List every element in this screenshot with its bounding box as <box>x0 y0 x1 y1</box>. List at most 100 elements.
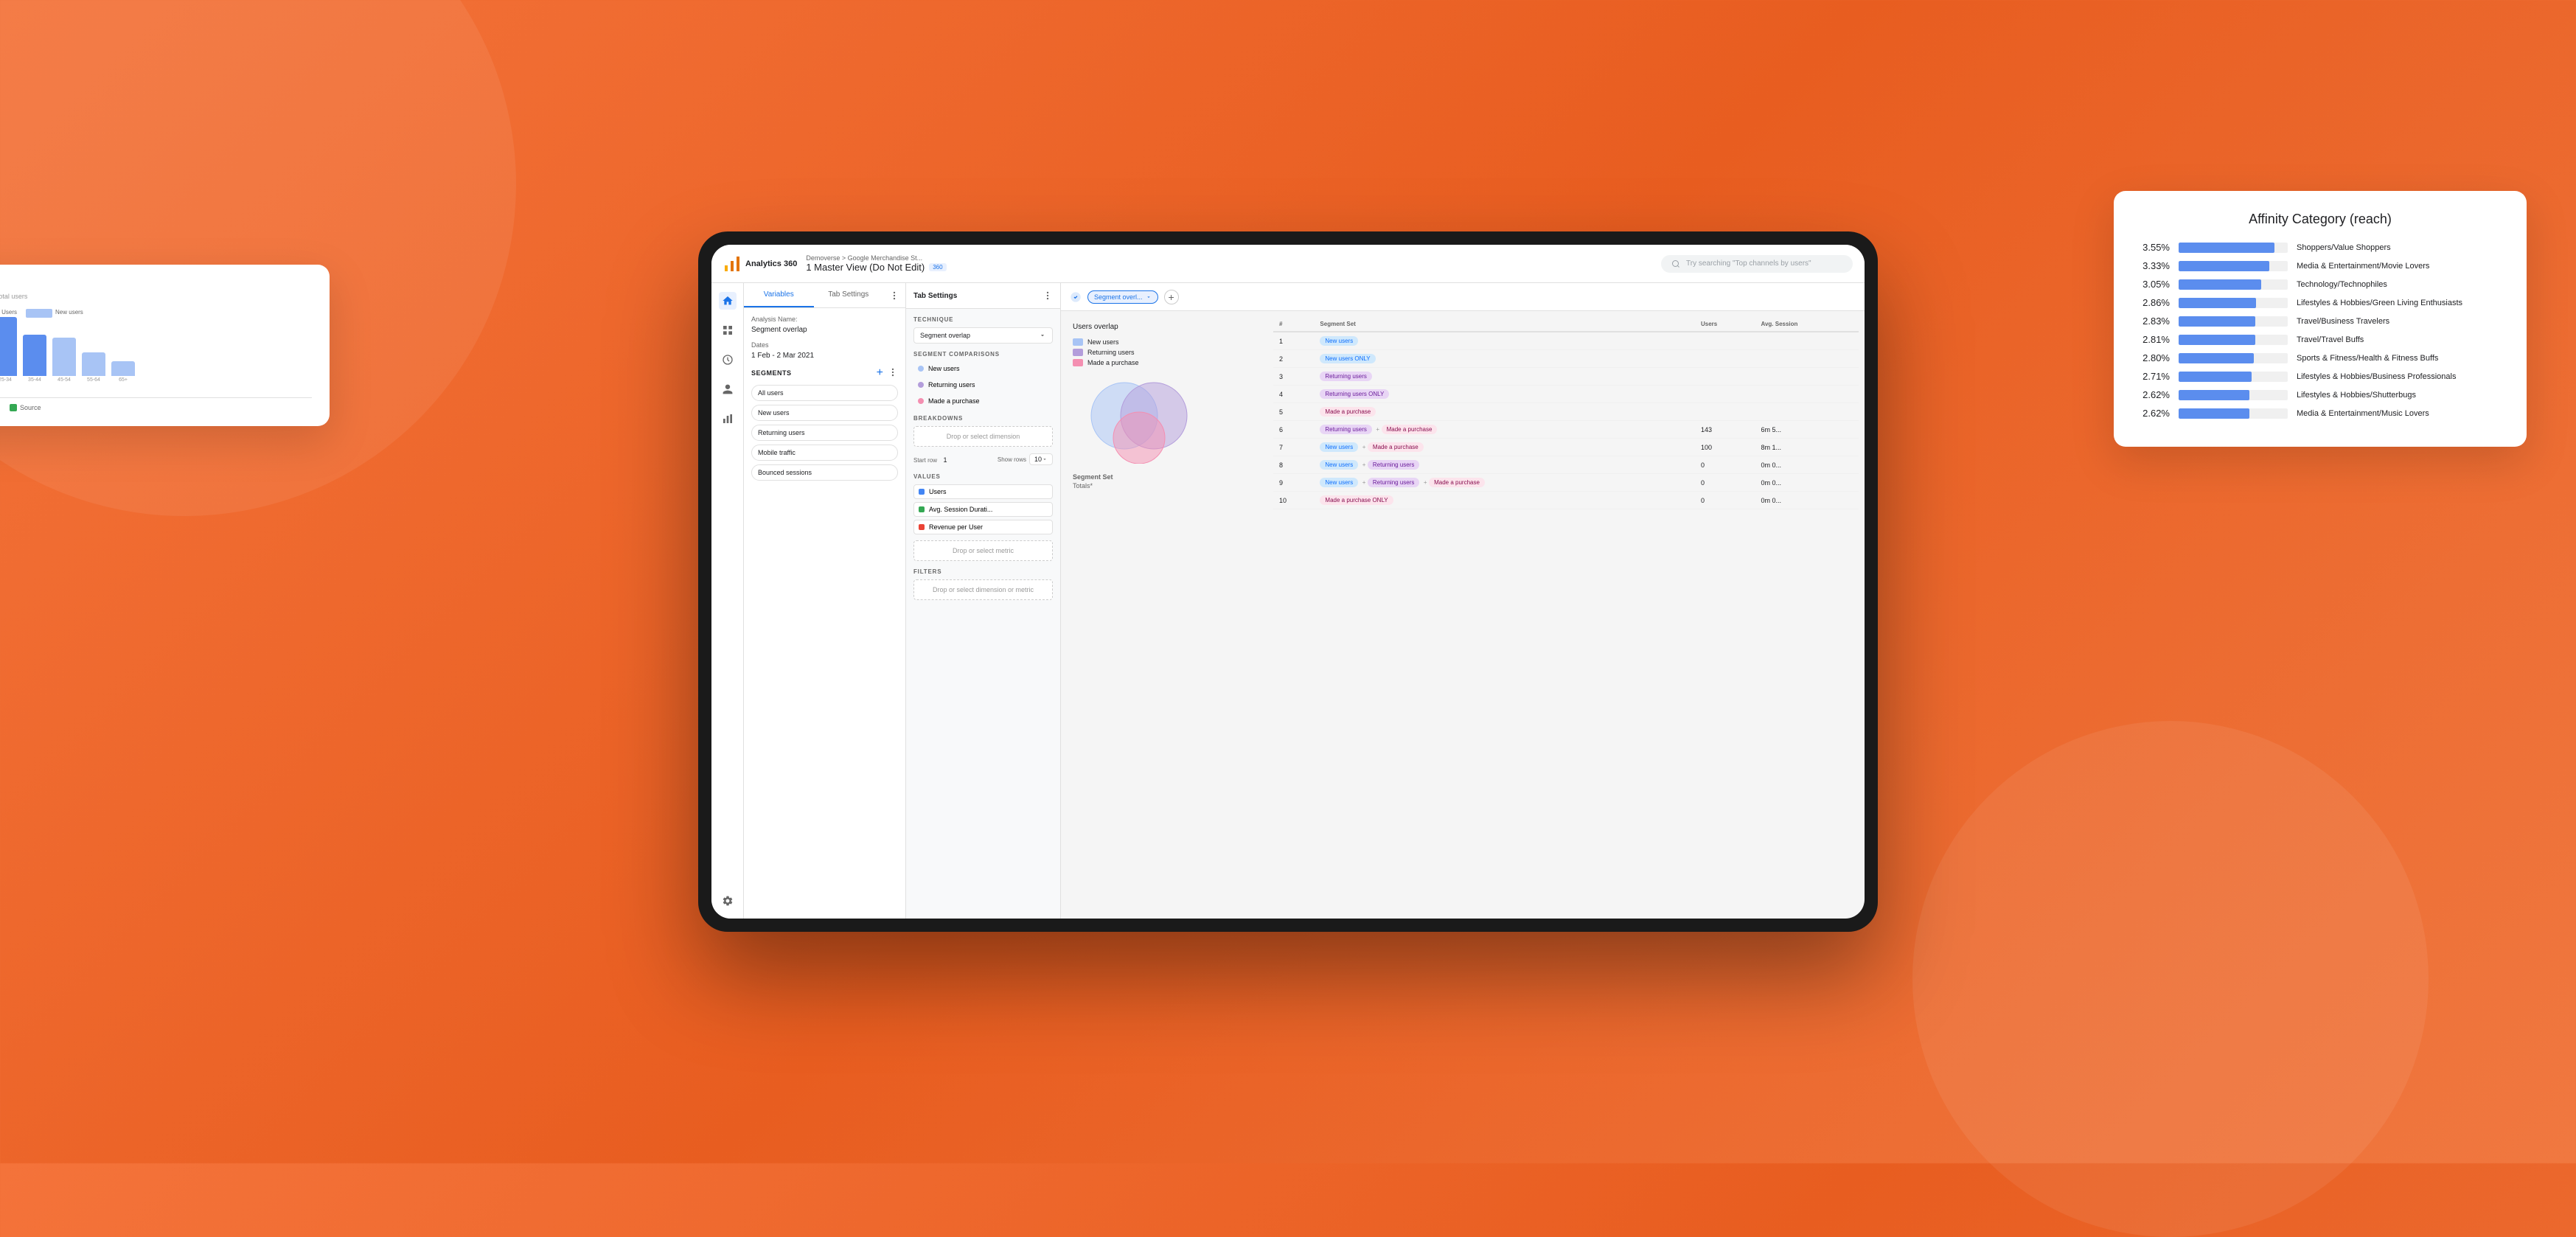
bar-65plus <box>111 361 135 376</box>
affinity-pct-3: 3.05% <box>2137 279 2170 290</box>
bar-4554 <box>52 338 76 376</box>
bar-3544 <box>23 335 46 376</box>
affinity-label-9: Lifestyles & Hobbies/Shutterbugs <box>2297 391 2503 400</box>
clock-icon <box>722 354 734 366</box>
search-icon <box>1671 259 1680 268</box>
table-row: 5 Made a purchase <box>1273 403 1859 421</box>
affinity-bar-bg-9 <box>2179 390 2288 400</box>
affinity-bar-fill-10 <box>2179 408 2249 419</box>
chart-title: Age <box>0 279 312 290</box>
affinity-bar-fill-2 <box>2179 261 2269 271</box>
tab-variables[interactable]: Variables <box>744 283 814 307</box>
table-row: 8 New users + Returning users 0 0m 0... <box>1273 456 1859 474</box>
segment-menu-icon[interactable] <box>888 367 898 377</box>
breadcrumb: Demoverse > Google Merchandise St... <box>806 254 1652 262</box>
show-rows-select[interactable]: 10 <box>1029 453 1053 465</box>
chip-new-users-1: New users <box>1320 336 1358 346</box>
nav-settings[interactable] <box>719 892 737 910</box>
bar-group-3544: 35-44 <box>23 335 46 383</box>
bar-group-2534: 25-34 <box>0 317 17 383</box>
segment-new-users[interactable]: New users <box>751 405 898 421</box>
affinity-bar-fill-7 <box>2179 353 2254 363</box>
age-chart-card: Age 35.34% of Total users All Users New … <box>0 265 330 426</box>
chip-returning-3: Returning users <box>1320 372 1371 381</box>
nav-home[interactable] <box>719 292 737 310</box>
value-dot-revenue <box>919 524 925 530</box>
panel-content: Analysis Name: Segment overlap Dates 1 F… <box>744 308 905 919</box>
affinity-label-1: Shoppers/Value Shoppers <box>2297 243 2503 252</box>
table-row: 9 New users + Returning users + Made a p… <box>1273 474 1859 492</box>
chip-returning-9: Returning users <box>1368 478 1419 487</box>
affinity-pct-8: 2.71% <box>2137 371 2170 382</box>
chevron-down-icon <box>1039 332 1046 339</box>
chip-returning-only: Returning users ONLY <box>1320 389 1389 399</box>
col-num: # <box>1273 317 1314 332</box>
totals-label: Totals* <box>1073 482 1256 489</box>
chip-new-8: New users <box>1320 460 1358 470</box>
header-title-text: 1 Master View (Do Not Edit) <box>806 262 925 273</box>
affinity-bar-bg-6 <box>2179 335 2288 345</box>
check-circle-icon <box>1070 291 1082 303</box>
table-row: 10 Made a purchase ONLY 0 0m 0... <box>1273 492 1859 509</box>
title-badge: 360 <box>929 263 946 271</box>
affinity-row-6: 2.81% Travel/Travel Buffs <box>2137 334 2503 345</box>
segment-set-label: Segment Set <box>1073 473 1256 481</box>
start-row-group: Start row 1 <box>913 453 947 466</box>
venn-legend: New users Returning users Made a purchas… <box>1073 338 1256 366</box>
nav-chart[interactable] <box>719 410 737 428</box>
table-header-row: # Segment Set Users Avg. Session <box>1273 317 1859 332</box>
nav-person[interactable] <box>719 380 737 398</box>
bar-group-65plus: 65+ <box>111 361 135 383</box>
values-drop-zone[interactable]: Drop or select metric <box>913 540 1053 561</box>
chip-purchase-7: Made a purchase <box>1368 442 1424 452</box>
chip-new-7: New users <box>1320 442 1358 452</box>
rows-chevron-icon <box>1042 456 1048 462</box>
bar-5564 <box>82 352 105 376</box>
segment-returning-users[interactable]: Returning users <box>751 425 898 441</box>
left-nav <box>711 283 744 919</box>
segments-header: SEGMENTS + <box>751 367 898 379</box>
segment-mobile-traffic[interactable]: Mobile traffic <box>751 445 898 461</box>
affinity-row-10: 2.62% Media & Entertainment/Music Lovers <box>2137 408 2503 419</box>
app-name: Analytics 360 <box>745 259 797 268</box>
legend-color-returning <box>1073 349 1083 356</box>
source-color <box>10 404 17 411</box>
affinity-pct-4: 2.86% <box>2137 297 2170 308</box>
affinity-pct-6: 2.81% <box>2137 334 2170 345</box>
nav-grid[interactable] <box>719 321 737 339</box>
technique-select[interactable]: Segment overlap <box>913 327 1053 344</box>
segment-all-users[interactable]: All users <box>751 385 898 401</box>
value-label-avg: Avg. Session Durati... <box>929 506 992 513</box>
value-revenue: Revenue per User <box>913 520 1053 534</box>
segment-bounced-sessions[interactable]: Bounced sessions <box>751 464 898 481</box>
breakdowns-drop-zone[interactable]: Drop or select dimension <box>913 426 1053 447</box>
table-row: 2 New users ONLY <box>1273 350 1859 368</box>
affinity-pct-7: 2.80% <box>2137 352 2170 363</box>
panel-menu-icon[interactable] <box>883 283 905 307</box>
affinity-label-10: Media & Entertainment/Music Lovers <box>2297 409 2503 418</box>
seg-comp-returning: Returning users <box>913 378 1053 391</box>
value-label-revenue: Revenue per User <box>929 523 983 531</box>
tab-settings[interactable]: Tab Settings <box>814 283 884 307</box>
data-table-area: # Segment Set Users Avg. Session 1 <box>1267 311 1865 919</box>
variables-panel: Variables Tab Settings Analysis Name: Se… <box>744 283 906 919</box>
add-tab-button[interactable]: + <box>1164 290 1179 304</box>
value-avg-session: Avg. Session Durati... <box>913 502 1053 517</box>
segment-actions: + <box>877 367 898 379</box>
seg-comp-label-new: New users <box>928 365 960 372</box>
breakdowns-label: BREAKDOWNS <box>913 415 1053 422</box>
rows-controls: Start row 1 Show rows 10 <box>913 453 1053 466</box>
segment-overlap-chip[interactable]: Segment overl... <box>1087 290 1158 304</box>
filters-drop-zone[interactable]: Drop or select dimension or metric <box>913 579 1053 600</box>
segment-comparisons-label: SEGMENT COMPARISONS <box>913 351 1053 358</box>
dates-label: Dates <box>751 341 898 349</box>
affinity-pct-10: 2.62% <box>2137 408 2170 419</box>
segment-comp-list: New users Returning users Made a purchas… <box>913 362 1053 408</box>
bar-group-4554: 45-54 <box>52 338 76 383</box>
affinity-pct-1: 3.55% <box>2137 242 2170 253</box>
search-bar[interactable]: Try searching "Top channels by users" <box>1661 255 1853 273</box>
nav-clock[interactable] <box>719 351 737 369</box>
tab-settings-menu-icon[interactable] <box>1042 290 1053 301</box>
add-segment-button[interactable]: + <box>877 367 883 379</box>
source-label: Source <box>20 404 41 411</box>
